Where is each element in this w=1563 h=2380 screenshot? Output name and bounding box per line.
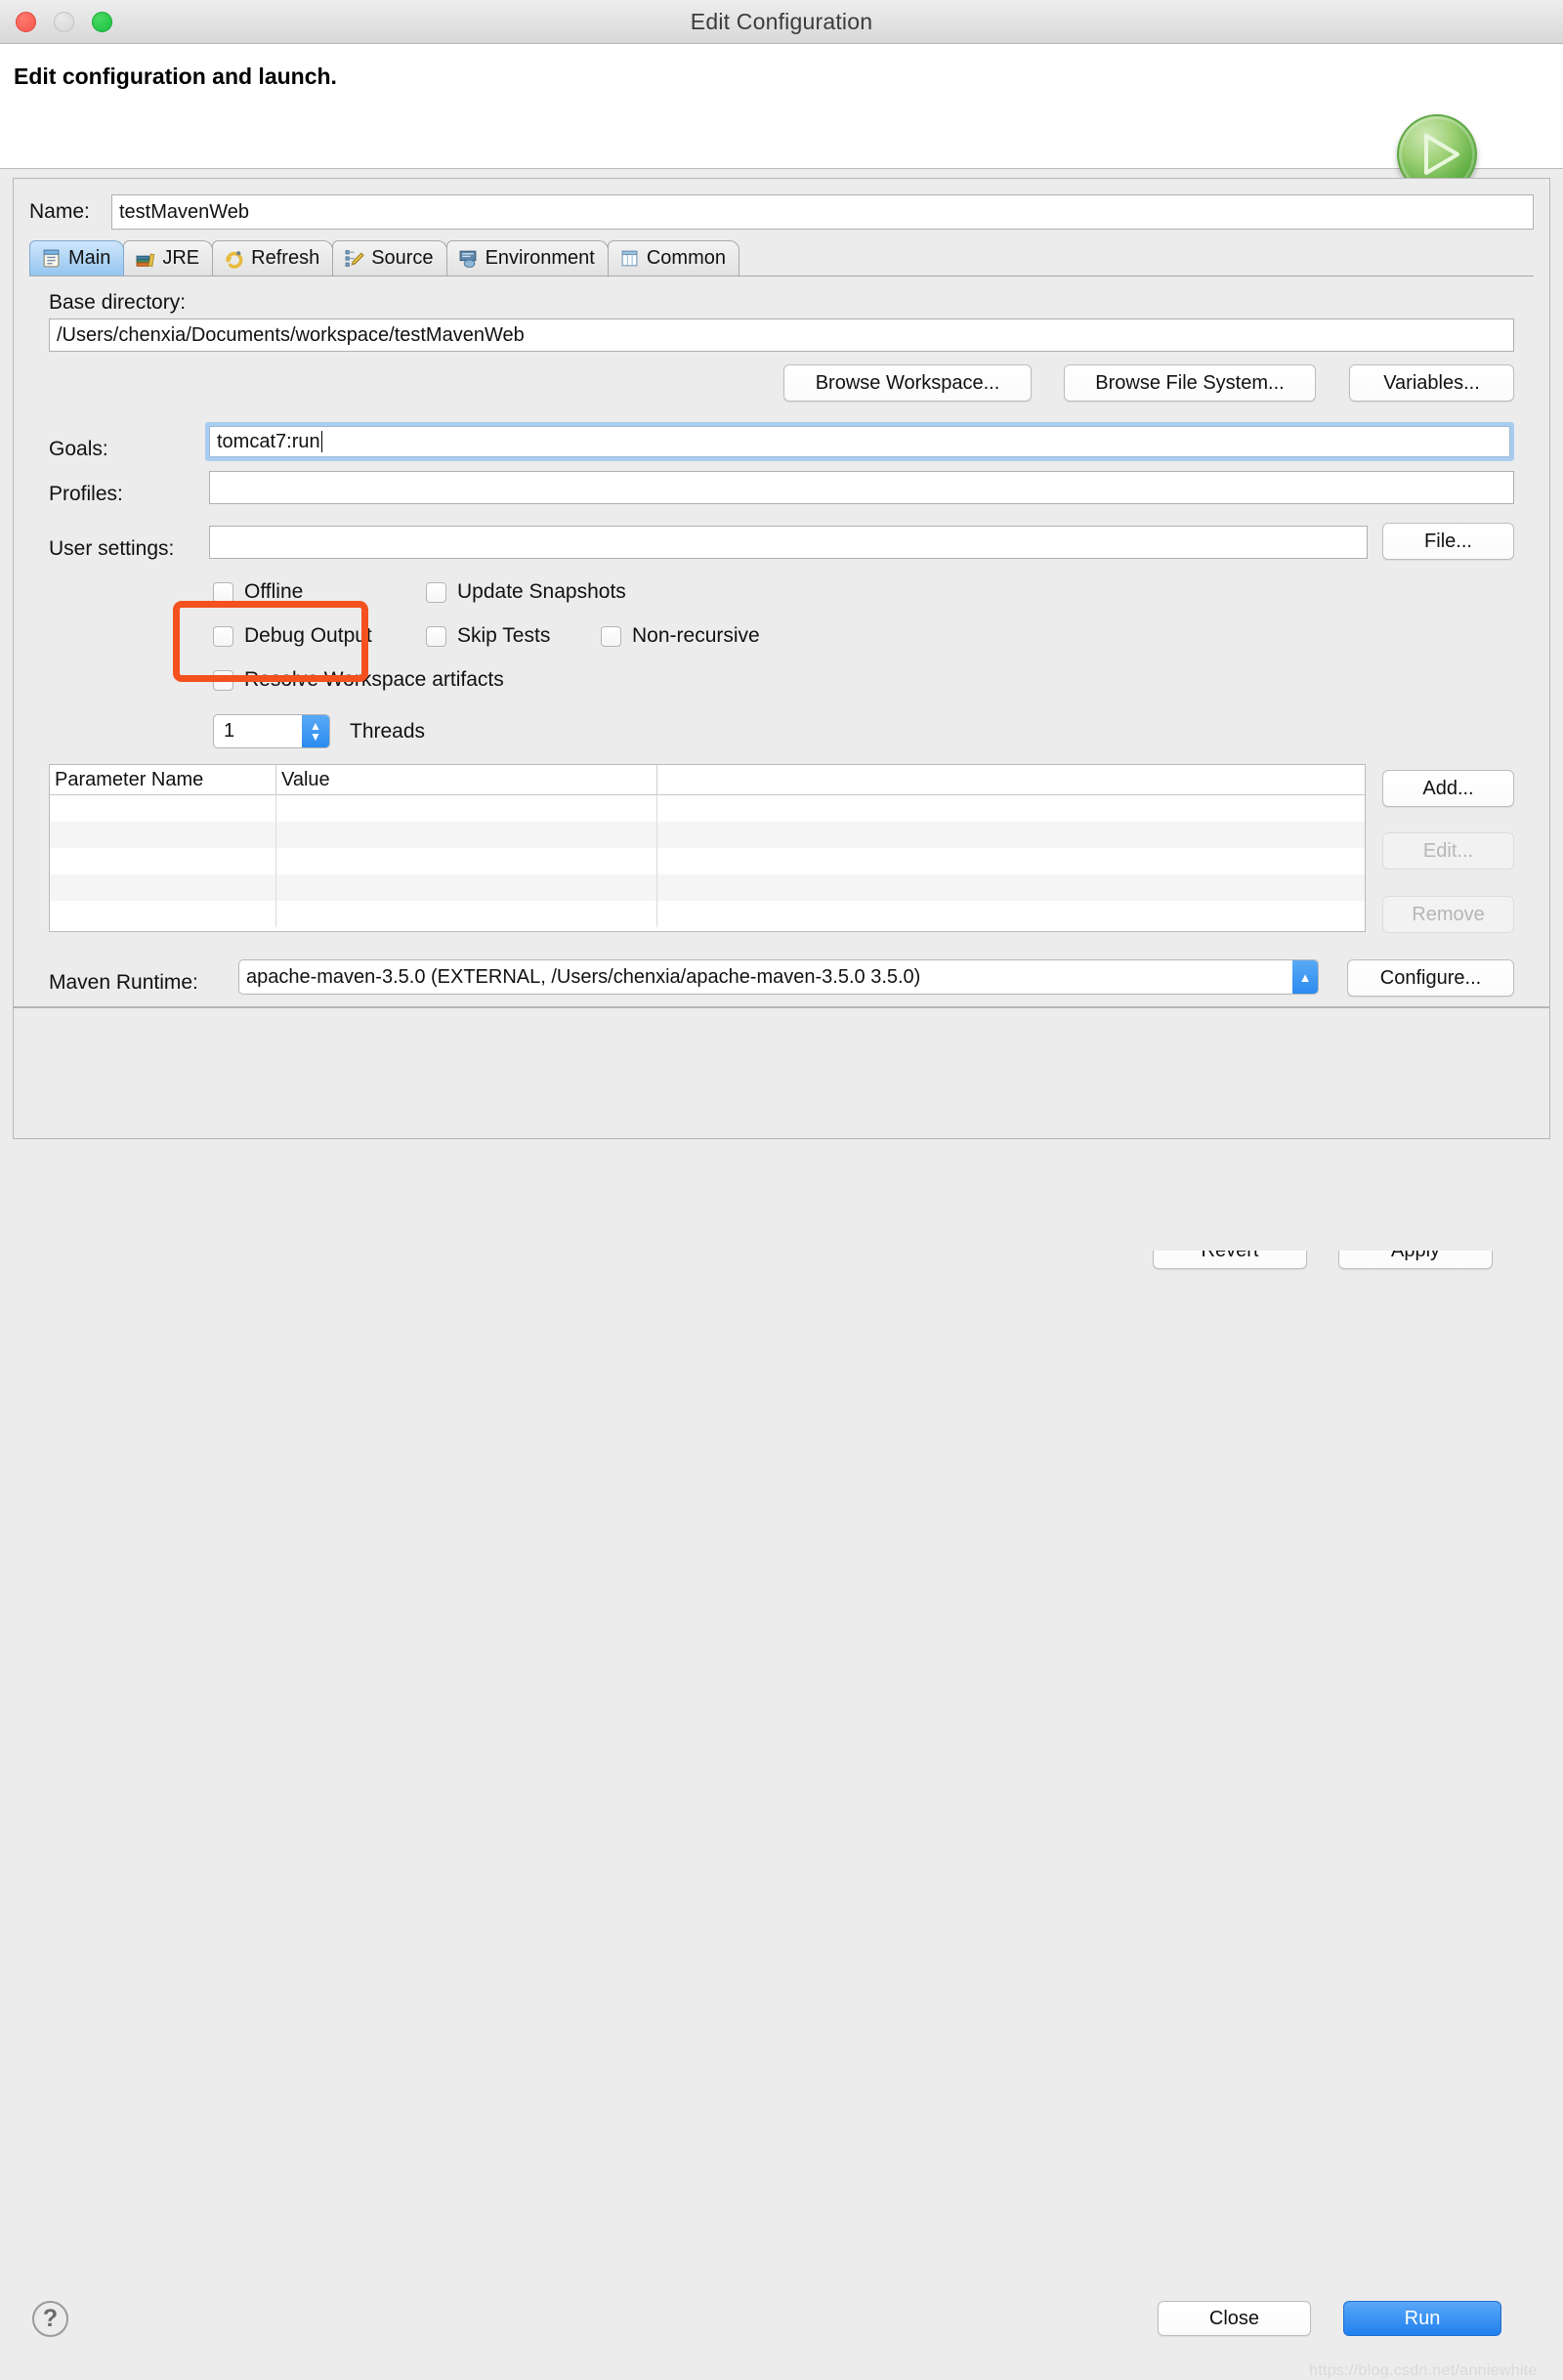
table-header-row: Parameter Name Value bbox=[50, 765, 1365, 795]
edit-parameter-button: Edit... bbox=[1382, 832, 1514, 870]
tab-label: Refresh bbox=[251, 247, 320, 269]
browse-workspace-button[interactable]: Browse Workspace... bbox=[783, 364, 1032, 402]
checkbox-box[interactable] bbox=[601, 625, 621, 647]
checkbox-box[interactable] bbox=[213, 669, 233, 691]
table-row[interactable] bbox=[50, 822, 1365, 848]
dialog-header: Edit configuration and launch. bbox=[0, 44, 1563, 194]
help-icon[interactable]: ? bbox=[32, 2301, 68, 2337]
checkbox-box[interactable] bbox=[213, 625, 233, 647]
goals-field-focus-ring: tomcat7:run bbox=[205, 422, 1514, 461]
close-window-button[interactable] bbox=[16, 12, 36, 32]
checkbox-label: Resolve Workspace artifacts bbox=[244, 668, 504, 691]
checkbox-label: Offline bbox=[244, 580, 304, 603]
checkbox-offline[interactable]: Offline bbox=[213, 580, 303, 604]
tab-common[interactable]: Common bbox=[607, 240, 739, 276]
user-settings-label: User settings: bbox=[49, 537, 175, 560]
tab-source[interactable]: Source bbox=[332, 240, 447, 276]
threads-label: Threads bbox=[350, 720, 426, 743]
stepper-arrows[interactable]: ▲ ▼ bbox=[302, 715, 329, 747]
books-icon bbox=[136, 253, 155, 268]
column-header-parameter-name: Parameter Name bbox=[50, 765, 276, 794]
column-header-extra bbox=[657, 765, 1365, 794]
zoom-window-button[interactable] bbox=[92, 12, 112, 32]
tab-label: Common bbox=[646, 247, 726, 269]
tab-bar[interactable]: Main JRE Refresh Source Environment Comm… bbox=[29, 240, 1534, 276]
checkbox-box[interactable] bbox=[213, 581, 233, 603]
checkbox-box[interactable] bbox=[426, 625, 446, 647]
checkbox-debug-output[interactable]: Debug Output bbox=[213, 624, 372, 648]
checkbox-update-snapshots[interactable]: Update Snapshots bbox=[426, 580, 626, 604]
chevron-down-icon[interactable]: ▲ bbox=[1292, 960, 1318, 994]
page-title: Edit configuration and launch. bbox=[14, 64, 337, 89]
environment-icon bbox=[459, 250, 476, 269]
remove-parameter-button: Remove bbox=[1382, 896, 1514, 933]
tab-jre[interactable]: JRE bbox=[123, 240, 214, 276]
browse-filesystem-button[interactable]: Browse File System... bbox=[1064, 364, 1316, 402]
name-input[interactable]: testMavenWeb bbox=[111, 194, 1534, 230]
tab-label: Source bbox=[371, 247, 434, 269]
profiles-label: Profiles: bbox=[49, 483, 123, 505]
configuration-panel: Name: testMavenWeb Main JRE Refresh Sour… bbox=[13, 178, 1550, 1269]
panel-bottom-border bbox=[13, 1006, 1550, 1008]
add-parameter-button[interactable]: Add... bbox=[1382, 770, 1514, 807]
base-directory-input[interactable]: /Users/chenxia/Documents/workspace/testM… bbox=[49, 319, 1514, 352]
checkbox-non-recursive[interactable]: Non-recursive bbox=[601, 624, 760, 648]
configure-runtime-button[interactable]: Configure... bbox=[1347, 959, 1514, 997]
table-row[interactable] bbox=[50, 901, 1365, 927]
variables-button[interactable]: Variables... bbox=[1349, 364, 1514, 402]
tab-label: Main bbox=[68, 247, 111, 269]
dialog-footer: ? Close Run https://blog.csdn.net/anniew… bbox=[0, 1143, 1563, 2379]
threads-stepper[interactable]: 1 ▲ ▼ bbox=[213, 714, 330, 748]
checkbox-label: Debug Output bbox=[244, 624, 372, 647]
maven-runtime-select[interactable]: apache-maven-3.5.0 (EXTERNAL, /Users/che… bbox=[238, 959, 1319, 995]
checkbox-label: Skip Tests bbox=[457, 624, 551, 647]
table-row[interactable] bbox=[50, 874, 1365, 901]
goals-input[interactable]: tomcat7:run bbox=[209, 426, 1510, 457]
table-row[interactable] bbox=[50, 795, 1365, 822]
close-button[interactable]: Close bbox=[1158, 2301, 1311, 2336]
checkbox-label: Non-recursive bbox=[632, 624, 760, 647]
maven-runtime-label: Maven Runtime: bbox=[49, 971, 198, 994]
name-label: Name: bbox=[29, 200, 90, 223]
tab-label: Environment bbox=[485, 247, 595, 269]
window-title: Edit Configuration bbox=[690, 8, 873, 34]
minimize-window-button[interactable] bbox=[54, 12, 74, 32]
goals-label: Goals: bbox=[49, 438, 108, 460]
name-row: Name: testMavenWeb bbox=[29, 194, 1534, 230]
tab-refresh[interactable]: Refresh bbox=[212, 240, 334, 276]
tab-environment[interactable]: Environment bbox=[445, 240, 609, 276]
window-titlebar: Edit Configuration bbox=[0, 0, 1563, 44]
tab-main[interactable]: Main bbox=[29, 240, 125, 276]
parameters-table[interactable]: Parameter Name Value bbox=[49, 764, 1366, 932]
watermark-text: https://blog.csdn.net/anniewhite bbox=[1309, 2362, 1538, 2379]
maven-runtime-value: apache-maven-3.5.0 (EXTERNAL, /Users/che… bbox=[246, 965, 921, 988]
user-settings-input[interactable] bbox=[209, 526, 1368, 559]
refresh-icon bbox=[226, 251, 243, 269]
window-controls[interactable] bbox=[16, 12, 112, 32]
checkbox-skip-tests[interactable]: Skip Tests bbox=[426, 624, 550, 648]
source-edit-icon bbox=[345, 250, 364, 267]
text-caret bbox=[320, 431, 323, 452]
checkbox-box[interactable] bbox=[426, 581, 446, 603]
table-icon bbox=[621, 250, 638, 267]
profiles-input[interactable] bbox=[209, 471, 1514, 504]
checkbox-label: Update Snapshots bbox=[457, 580, 626, 603]
run-button[interactable]: Run bbox=[1343, 2301, 1501, 2336]
table-row[interactable] bbox=[50, 848, 1365, 874]
main-tab-content: Base directory: /Users/chenxia/Documents… bbox=[29, 276, 1534, 1091]
file-button[interactable]: File... bbox=[1382, 523, 1514, 560]
tab-label: JRE bbox=[162, 247, 200, 269]
document-icon bbox=[43, 249, 60, 268]
column-header-value: Value bbox=[276, 765, 657, 794]
base-directory-label: Base directory: bbox=[49, 291, 187, 314]
threads-value[interactable]: 1 bbox=[214, 715, 302, 747]
checkbox-resolve-workspace-artifacts[interactable]: Resolve Workspace artifacts bbox=[213, 668, 504, 692]
